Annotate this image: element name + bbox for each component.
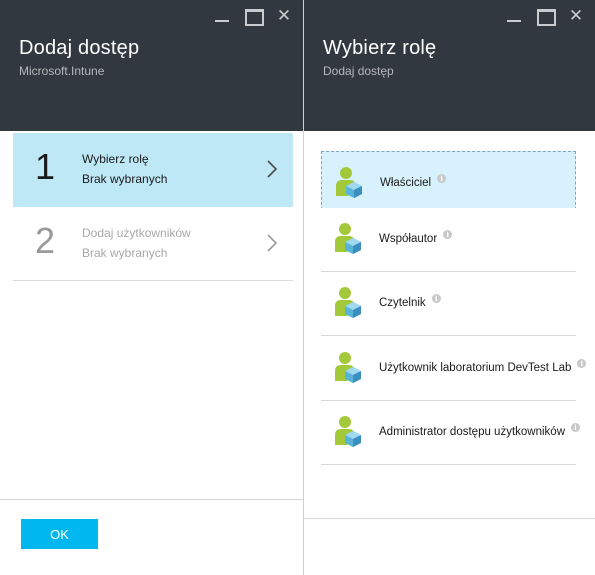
footer-divider [304,518,595,519]
role-user-icon [335,352,361,383]
minimize-icon[interactable] [213,7,231,25]
maximize-icon[interactable] [536,7,556,26]
blade-header: ✕ Wybierz rolę Dodaj dostęp [304,0,595,131]
step-status: Brak wybranych [82,246,168,260]
info-icon[interactable]: i [577,359,587,368]
role-user-icon [336,167,362,198]
blade-subtitle: Microsoft.Intune [19,64,105,78]
step-title: Dodaj użytkowników [82,226,191,240]
role-user-icon [335,223,361,254]
chevron-right-icon [267,160,278,178]
info-icon[interactable]: i [571,423,580,432]
role-label: Czytelnik i [379,294,441,309]
role-label: Współautor i [379,230,453,245]
step-select-role[interactable]: 1 Wybierz rolę Brak wybranych [13,133,293,207]
role-item-contributor[interactable]: Współautor i [321,208,576,272]
minimize-icon[interactable] [505,7,523,25]
blade-title: Dodaj dostęp [19,37,140,59]
step-status: Brak wybranych [82,172,168,186]
step-number: 1 [35,146,56,187]
role-label: Użytkownik laboratorium DevTest Lab i [379,359,587,374]
role-user-icon [335,416,361,447]
role-label: Administrator dostępu użytkowników i [379,423,580,438]
add-access-blade: ✕ Dodaj dostęp Microsoft.Intune 1 Wybier… [0,0,304,575]
ok-button[interactable]: OK [21,519,98,549]
close-icon[interactable]: ✕ [275,7,293,25]
info-icon[interactable]: i [431,294,441,303]
blade-title: Wybierz rolę [323,37,437,59]
role-item-user-access-administrator[interactable]: Administrator dostępu użytkowników i [321,401,580,465]
role-item-reader[interactable]: Czytelnik i [321,272,576,336]
role-item-devtest-lab-user[interactable]: Użytkownik laboratorium DevTest Lab i [321,337,587,401]
step-number: 2 [35,220,56,261]
chevron-right-icon [267,234,278,252]
step-title: Wybierz rolę [82,152,149,166]
role-label: Właściciel i [380,174,447,189]
role-user-icon [335,287,361,318]
role-item-owner[interactable]: Właściciel i [321,151,576,215]
window-controls: ✕ [505,7,585,26]
step-add-users[interactable]: 2 Dodaj użytkowników Brak wybranych [13,207,293,281]
window-controls: ✕ [213,7,293,26]
close-icon[interactable]: ✕ [567,7,585,25]
maximize-icon[interactable] [244,7,264,26]
select-role-blade: ✕ Wybierz rolę Dodaj dostęp Właściciel i … [304,0,595,575]
blade-subtitle: Dodaj dostęp [323,64,394,78]
footer-divider [0,499,303,500]
info-icon[interactable]: i [437,174,447,183]
info-icon[interactable]: i [443,230,453,239]
blade-header: ✕ Dodaj dostęp Microsoft.Intune [0,0,303,131]
